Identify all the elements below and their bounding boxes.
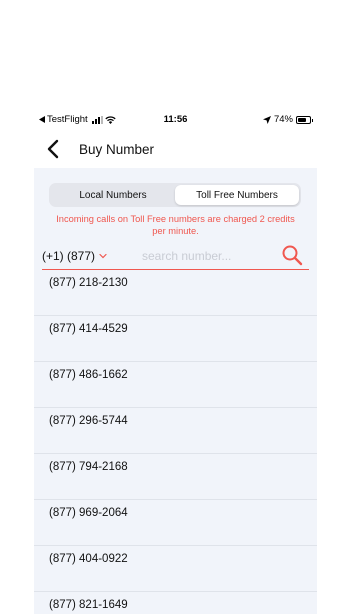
search-icon: [282, 245, 303, 266]
number-list-item[interactable]: (877) 794-2168: [34, 454, 317, 500]
tab-toll-free-numbers[interactable]: Toll Free Numbers: [175, 185, 299, 205]
number-list-item[interactable]: (877) 969-2064: [34, 500, 317, 546]
back-button[interactable]: [44, 138, 64, 160]
country-code-label: (+1) (877): [42, 249, 96, 263]
page-title: Buy Number: [79, 142, 155, 157]
search-number-input[interactable]: [142, 246, 272, 266]
status-bar: TestFlight 11:56 74%: [34, 108, 317, 130]
tab-local-numbers[interactable]: Local Numbers: [51, 185, 175, 205]
battery-percent: 74%: [273, 114, 293, 125]
battery-fill: [298, 117, 307, 122]
number-list-item[interactable]: (877) 486-1662: [34, 362, 317, 408]
number-type-segmented-control: Local Numbers Toll Free Numbers: [49, 183, 301, 207]
country-code-selector[interactable]: (+1) (877): [42, 249, 107, 263]
chevron-left-icon: [47, 139, 59, 159]
number-list: (877) 218-2130 (877) 414-4529 (877) 486-16…: [34, 270, 317, 614]
app-screen: TestFlight 11:56 74% Buy Number Local Nu…: [34, 108, 317, 614]
number-list-item[interactable]: (877) 296-5744: [34, 408, 317, 454]
search-row: (+1) (877): [42, 244, 309, 270]
number-list-item[interactable]: (877) 414-4529: [34, 316, 317, 362]
number-list-item[interactable]: (877) 404-0922: [34, 546, 317, 592]
number-list-item[interactable]: (877) 218-2130: [34, 270, 317, 316]
number-list-item[interactable]: (877) 821-1649: [34, 592, 317, 614]
navigation-bar: Buy Number: [34, 130, 317, 168]
toll-free-notice: Incoming calls on Toll Free numbers are …: [56, 214, 295, 236]
battery-icon: [296, 115, 313, 124]
location-arrow-icon: [262, 115, 271, 124]
chevron-down-icon: [99, 253, 107, 259]
content-area: Local Numbers Toll Free Numbers Incoming…: [34, 168, 317, 614]
status-right: 74%: [262, 114, 313, 125]
search-button[interactable]: [281, 244, 303, 266]
